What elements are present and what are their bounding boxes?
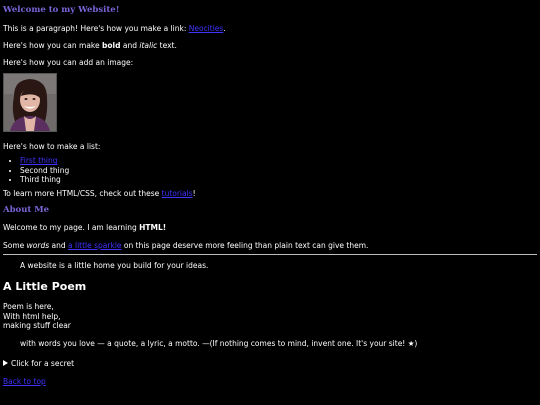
back-to-top-paragraph: Back to top [3, 377, 537, 386]
back-to-top-link[interactable]: Back to top [3, 377, 46, 386]
feeling-paragraph: Some words and a little sparkle on this … [3, 241, 537, 250]
and-word: and [120, 41, 140, 50]
list-item[interactable]: First thing [20, 156, 537, 165]
list-intro: Here's how to make a list: [3, 141, 101, 151]
secret-details[interactable]: Click for a secret [3, 359, 537, 368]
secret-summary[interactable]: Click for a secret [11, 359, 74, 368]
welcome-prefix: Welcome to my page. I am learning [3, 223, 140, 233]
home-blockquote: A website is a little home you build for… [20, 261, 209, 270]
some-suffix: on this page deserve more feeling than p… [121, 240, 369, 250]
intro-suffix: . [223, 23, 226, 33]
page-title: Welcome to my Website! [3, 5, 120, 15]
things-list: First thing Second thing Third thing [3, 156, 537, 184]
intro-text: This is a paragraph! Here's how you make… [3, 23, 189, 33]
bold-suffix: text. [157, 41, 177, 50]
divider [3, 254, 537, 255]
page: Welcome to my Website! This is a paragra… [0, 0, 540, 386]
learn-prefix: To learn more HTML/CSS, check out these [3, 189, 162, 199]
neocities-link[interactable]: Neocities [189, 24, 224, 33]
motto-quote: with words you love — a quote, a lyric, … [20, 339, 418, 349]
image-intro: Here's how you can add an image: [3, 58, 134, 68]
learn-suffix: ! [192, 189, 196, 199]
poem-line: With html help, [3, 311, 61, 321]
portrait-image [4, 73, 56, 131]
list-item-link[interactable]: First thing [20, 156, 57, 165]
poem-block: Poem is here, With html help, making stu… [3, 302, 537, 330]
profile-photo [3, 72, 57, 132]
poem-line: Poem is here, [3, 302, 54, 312]
welcome-bold: HTML! [139, 223, 167, 233]
some-prefix: Some [3, 240, 27, 250]
bold-italic-paragraph: Here's how you can make bold and italic … [3, 41, 537, 50]
list-item: Second thing [20, 166, 537, 175]
disclosure-triangle-icon[interactable] [3, 360, 8, 367]
some-and: and [49, 240, 69, 250]
poem-line: making stuff clear [3, 320, 71, 330]
welcome-paragraph: Welcome to my page. I am learning HTML! [3, 223, 537, 232]
bold-word: bold [102, 41, 121, 50]
bold-prefix: Here's how you can make [3, 41, 102, 50]
sparkle-link[interactable]: a little sparkle [68, 241, 122, 250]
italic-word: italic [139, 41, 158, 50]
about-heading: About Me [3, 204, 50, 215]
tutorials-link[interactable]: tutorials [162, 189, 193, 198]
list-item: Third thing [20, 175, 537, 184]
intro-paragraph: This is a paragraph! Here's how you make… [3, 24, 537, 33]
words-em: words [26, 240, 50, 250]
poem-heading: A Little Poem [3, 280, 87, 294]
learn-paragraph: To learn more HTML/CSS, check out these … [3, 189, 537, 198]
